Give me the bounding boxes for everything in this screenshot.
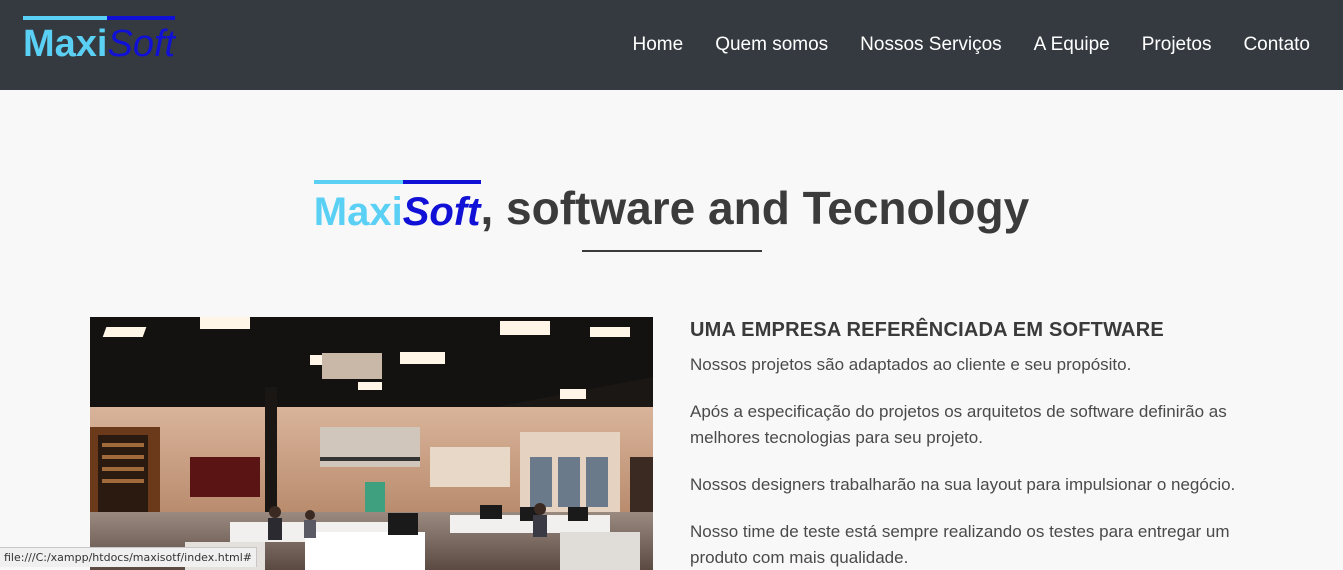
browser-status-bar: file:///C:/xampp/htdocs/maxisotf/index.h… bbox=[0, 547, 258, 567]
about-paragraph: Nosso time de teste está sempre realizan… bbox=[690, 522, 1230, 567]
logo-maxi-text: Maxi bbox=[23, 16, 108, 64]
about-paragraph: Nossos projetos são adaptados ao cliente… bbox=[690, 355, 1132, 374]
about-paragraph: Nossos designers trabalharão na sua layo… bbox=[690, 475, 1236, 494]
top-navbar: Maxi Soft Home Quem somos Nossos Serviço… bbox=[0, 0, 1343, 90]
nav-link-nossos-servicos[interactable]: Nossos Serviços bbox=[860, 32, 1002, 58]
main-nav: Home Quem somos Nossos Serviços A Equipe… bbox=[633, 32, 1311, 58]
nav-link-quem-somos[interactable]: Quem somos bbox=[715, 32, 828, 58]
nav-link-contato[interactable]: Contato bbox=[1243, 32, 1310, 58]
nav-link-projetos[interactable]: Projetos bbox=[1142, 32, 1212, 58]
hero-title-rest: , software and Tecnology bbox=[480, 182, 1030, 234]
about-section: UMA EMPRESA REFERÊNCIADA EM SOFTWARE Nos… bbox=[690, 316, 1270, 570]
logo-soft-text: Soft bbox=[107, 16, 176, 64]
about-paragraph: Após a especificação do projetos os arqu… bbox=[690, 402, 1227, 447]
nav-link-a-equipe[interactable]: A Equipe bbox=[1034, 32, 1110, 58]
site-logo[interactable]: Maxi Soft bbox=[23, 16, 176, 64]
about-heading: UMA EMPRESA REFERÊNCIADA EM SOFTWARE bbox=[690, 319, 1164, 341]
nav-link-home[interactable]: Home bbox=[633, 32, 684, 58]
hero-brand-soft: Soft bbox=[402, 180, 481, 238]
hero-title: MaxiSoft, software and Tecnology bbox=[0, 180, 1343, 238]
hero-divider bbox=[582, 250, 762, 252]
hero-brand-maxi: Maxi bbox=[313, 180, 403, 238]
office-photo bbox=[90, 317, 653, 570]
